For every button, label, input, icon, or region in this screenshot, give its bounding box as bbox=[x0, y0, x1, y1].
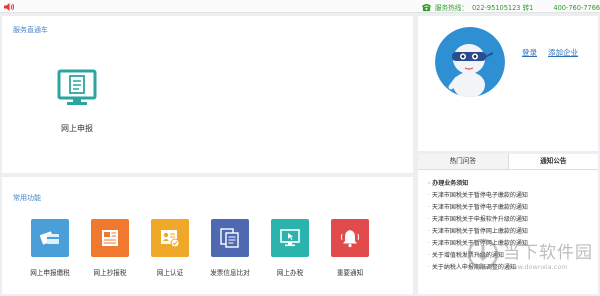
monitor-icon bbox=[57, 69, 97, 105]
online-declare-button[interactable]: 网上申报 bbox=[52, 68, 102, 134]
func-label: 重要通知 bbox=[336, 269, 364, 277]
top-bar: 服务热线： 022-95105123 转1 400-760-7766转1 bbox=[0, 0, 600, 13]
online-tax-icon bbox=[271, 219, 309, 257]
func-label: 网上抄报税 bbox=[93, 269, 127, 277]
func-label: 网上申报缴税 bbox=[30, 269, 70, 277]
func-important-notice[interactable]: 重要通知 bbox=[320, 219, 380, 277]
speaker-icon[interactable] bbox=[3, 2, 15, 12]
notice-panel: 热门问答 通知公告 办理业务须知 天津市国税关于暂停电子缴款的通知 天津市国税关… bbox=[418, 154, 598, 294]
common-title: 常用功能 bbox=[13, 194, 41, 202]
func-online-copy-report[interactable]: 网上抄报税 bbox=[80, 219, 140, 277]
func-online-tax-payment[interactable]: 网上申报缴税 bbox=[20, 219, 80, 277]
watermark: 当下软件园 www.downxia.com bbox=[467, 238, 595, 272]
taxpay-icon bbox=[31, 219, 69, 257]
list-item[interactable]: 天津市国税关于申报软件升级的通知 bbox=[428, 214, 593, 226]
notice-tabs: 热门问答 通知公告 bbox=[418, 154, 598, 170]
list-item[interactable]: 办理业务须知 bbox=[428, 178, 593, 190]
hotline: 服务热线： 022-95105123 转1 400-760-7766转1 bbox=[422, 1, 600, 13]
list-item[interactable]: 天津市国税关于暂停电子缴款的通知 bbox=[428, 202, 593, 214]
invoice-compare-icon bbox=[211, 219, 249, 257]
copy-report-icon bbox=[91, 219, 129, 257]
avatar[interactable] bbox=[435, 27, 505, 97]
watermark-text: 当下软件园 bbox=[503, 243, 593, 263]
user-panel: 登录 添加企业 bbox=[418, 16, 598, 151]
phone-icon bbox=[422, 3, 431, 11]
downxia-logo-icon bbox=[467, 238, 499, 270]
online-declare-label: 网上申报 bbox=[61, 124, 93, 133]
func-online-certify[interactable]: 网上认证 bbox=[140, 219, 200, 277]
hotline-number-1: 022-95105123 转1 bbox=[471, 4, 534, 12]
service-title: 服务直通车 bbox=[13, 26, 48, 34]
func-label: 发票信息比对 bbox=[210, 269, 250, 277]
certify-icon bbox=[151, 219, 189, 257]
func-invoice-compare[interactable]: 发票信息比对 bbox=[200, 219, 260, 277]
tab-hot-qa[interactable]: 热门问答 bbox=[418, 154, 509, 169]
func-label: 网上认证 bbox=[156, 269, 184, 277]
list-item[interactable]: 天津市国税关于暂停网上缴款的通知 bbox=[428, 226, 593, 238]
hotline-number-2: 400-760-7766转1 bbox=[553, 4, 600, 12]
login-link[interactable]: 登录 bbox=[522, 47, 537, 58]
common-functions-panel: 常用功能 网上申报缴税 网上抄报税 网上认证 发票信息比对 网上办税 重要通知 bbox=[2, 177, 413, 294]
add-company-link[interactable]: 添加企业 bbox=[548, 47, 578, 58]
bell-icon bbox=[331, 219, 369, 257]
tab-announcements[interactable]: 通知公告 bbox=[508, 154, 598, 169]
service-panel: 服务直通车 网上申报 bbox=[2, 16, 413, 173]
list-item[interactable]: 天津市国税关于暂停电子缴款的通知 bbox=[428, 190, 593, 202]
watermark-url: www.downxia.com bbox=[507, 263, 568, 271]
hotline-label: 服务热线： bbox=[435, 4, 468, 12]
func-online-tax[interactable]: 网上办税 bbox=[260, 219, 320, 277]
func-label: 网上办税 bbox=[276, 269, 304, 277]
